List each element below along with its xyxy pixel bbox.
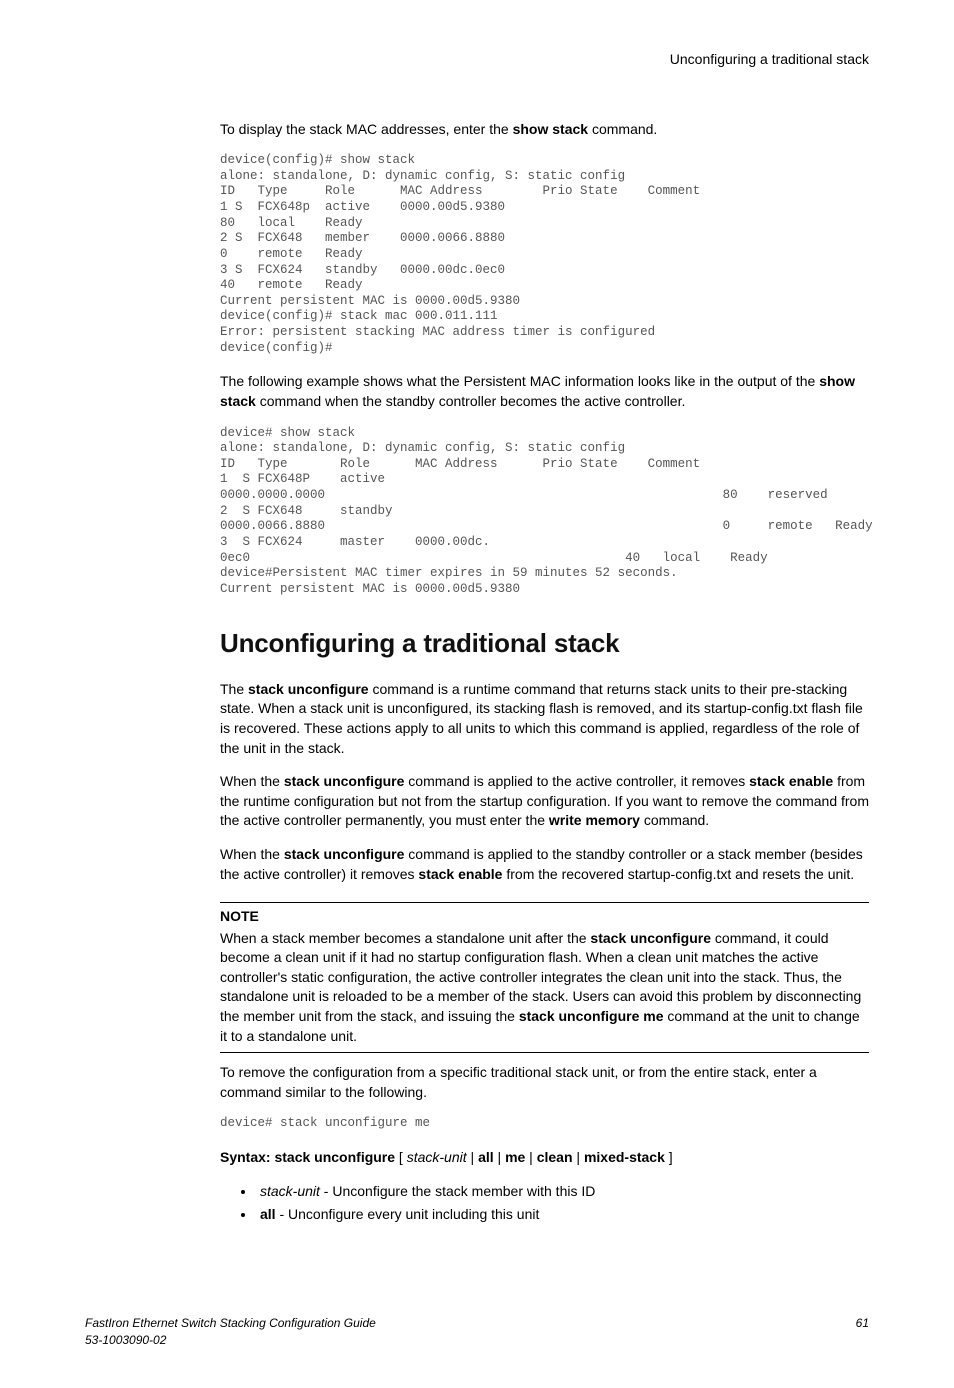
- text: The following example shows what the Per…: [220, 373, 819, 389]
- text: from the recovered startup-config.txt an…: [502, 866, 854, 882]
- intro-paragraph: To display the stack MAC addresses, ente…: [220, 120, 869, 140]
- text: The: [220, 681, 248, 697]
- text: To display the stack MAC addresses, ente…: [220, 121, 513, 137]
- command-name: stack enable: [418, 866, 502, 882]
- text: command.: [640, 812, 709, 828]
- footer-docnum: 53-1003090-02: [85, 1332, 376, 1349]
- paragraph-6: To remove the configuration from a speci…: [220, 1063, 869, 1102]
- text: command when the standby controller beco…: [256, 393, 686, 409]
- command-name: stack unconfigure: [590, 930, 711, 946]
- option-desc: - Unconfigure every unit including this …: [276, 1206, 540, 1222]
- paragraph-3: The stack unconfigure command is a runti…: [220, 680, 869, 758]
- command-name: stack unconfigure me: [519, 1008, 664, 1024]
- code-block-1: device(config)# show stack alone: standa…: [220, 153, 869, 356]
- footer-left: FastIron Ethernet Switch Stacking Config…: [85, 1315, 376, 1349]
- list-item: stack-unit - Unconfigure the stack membe…: [256, 1182, 869, 1202]
- text: |: [494, 1149, 505, 1165]
- command-name: stack enable: [749, 773, 833, 789]
- list-item: all - Unconfigure every unit including t…: [256, 1205, 869, 1225]
- section-heading: Unconfiguring a traditional stack: [220, 625, 869, 661]
- command-name: stack unconfigure: [284, 846, 405, 862]
- page-footer: FastIron Ethernet Switch Stacking Config…: [85, 1315, 869, 1349]
- syntax-option: all: [478, 1149, 494, 1165]
- syntax-option: mixed-stack: [584, 1149, 665, 1165]
- text: command.: [588, 121, 657, 137]
- text: command is applied to the active control…: [404, 773, 749, 789]
- syntax-line: Syntax: stack unconfigure [ stack-unit |…: [220, 1148, 869, 1168]
- option-name: all: [260, 1206, 276, 1222]
- footer-page-number: 61: [856, 1315, 869, 1349]
- syntax-option: clean: [537, 1149, 573, 1165]
- text: |: [573, 1149, 584, 1165]
- command-name: show stack: [513, 121, 588, 137]
- options-list: stack-unit - Unconfigure the stack membe…: [238, 1182, 869, 1225]
- text: [: [395, 1149, 407, 1165]
- text: When a stack member becomes a standalone…: [220, 930, 590, 946]
- command-name: write memory: [549, 812, 640, 828]
- syntax-option: me: [505, 1149, 525, 1165]
- text: |: [525, 1149, 536, 1165]
- paragraph-4: When the stack unconfigure command is ap…: [220, 772, 869, 831]
- note-body: When a stack member becomes a standalone…: [220, 929, 869, 1047]
- mid-paragraph: The following example shows what the Per…: [220, 372, 869, 411]
- text: When the: [220, 773, 284, 789]
- main-content: To display the stack MAC addresses, ente…: [220, 120, 869, 1225]
- command-name: stack unconfigure: [284, 773, 405, 789]
- option-name: stack-unit: [260, 1183, 320, 1199]
- divider: [220, 902, 869, 903]
- text: When the: [220, 846, 284, 862]
- divider: [220, 1052, 869, 1053]
- option-desc: - Unconfigure the stack member with this…: [320, 1183, 595, 1199]
- paragraph-5: When the stack unconfigure command is ap…: [220, 845, 869, 884]
- command-name: stack unconfigure: [248, 681, 369, 697]
- text: ]: [665, 1149, 673, 1165]
- code-block-3: device# stack unconfigure me: [220, 1116, 869, 1132]
- note-label: NOTE: [220, 907, 869, 927]
- syntax-label: Syntax: stack unconfigure: [220, 1149, 395, 1165]
- code-block-2: device# show stack alone: standalone, D:…: [220, 426, 869, 598]
- footer-title: FastIron Ethernet Switch Stacking Config…: [85, 1315, 376, 1332]
- page-header: Unconfiguring a traditional stack: [85, 50, 869, 70]
- header-title: Unconfiguring a traditional stack: [670, 51, 869, 67]
- text: |: [467, 1149, 478, 1165]
- syntax-param: stack-unit: [407, 1149, 467, 1165]
